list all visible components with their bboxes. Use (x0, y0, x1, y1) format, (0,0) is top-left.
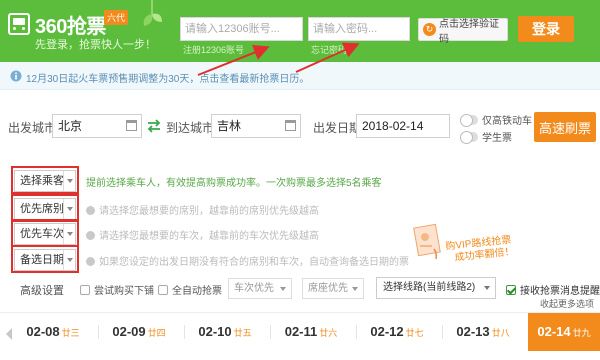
backup-date-hint: 如果您设定的出发日期没有符合的席别和车次，自动查询备选日期的票 (86, 253, 409, 268)
leaf-icon (143, 0, 162, 26)
date-separator (184, 325, 185, 339)
swap-icon[interactable] (146, 118, 162, 134)
hint-icon (86, 206, 95, 215)
date-value: 2018-02-14 (362, 119, 424, 133)
login-button[interactable]: 登录 (518, 16, 574, 42)
seat-priority-select[interactable]: 席座优先 (302, 278, 364, 299)
notify-label: 接收抢票消息提醒 (520, 286, 600, 297)
city-list-icon (285, 120, 296, 131)
info-icon (10, 70, 22, 82)
app-header: 360抢票 六代 先登录，抢票快人一步！ 注册12306账号 忘记密码 ↻ 点击… (0, 0, 600, 62)
search-row: 出发城市 北京 到达城市 吉林 出发日期 2018-02-14 仅高铁动车 学生… (0, 104, 600, 150)
annotation-highlight (11, 194, 79, 222)
refresh-icon: ↻ (423, 23, 436, 36)
route-select[interactable]: 选择线路(当前线路2) (376, 277, 496, 299)
date-tab-lunar: 廿九 (572, 328, 591, 338)
notify-checkbox[interactable]: 接收抢票消息提醒 (506, 282, 600, 297)
date-tab-date: 02-10 (198, 324, 232, 339)
train-hint-text: 请选择您最想要的车次，越靠前的车次优先级越高 (99, 231, 319, 242)
from-city-input[interactable]: 北京 (52, 114, 142, 138)
date-tab[interactable]: 02-09 廿四 (104, 313, 174, 351)
seat-hint-text: 请选择您最想要的席别，越靠前的席别优先级越高 (99, 206, 319, 217)
toggle-switch-icon[interactable] (460, 113, 478, 127)
to-city-input[interactable]: 吉林 (211, 114, 301, 138)
date-tab-lunar: 廿三 (61, 328, 80, 338)
try-lower-berth-label: 尝试购买下铺 (94, 286, 154, 297)
chevron-left-icon[interactable] (6, 328, 12, 340)
password-input[interactable] (308, 17, 410, 41)
from-city-label: 出发城市 (8, 121, 57, 135)
backup-date-hint-text: 如果您设定的出发日期没有符合的席别和车次，自动查询备选日期的票 (99, 257, 409, 268)
passenger-row: 选择乘客 提前选择乘车人，有效提高购票成功率。一次购票最多选择5名乘客 (11, 166, 600, 194)
high-speed-toggle[interactable]: 仅高铁动车 (460, 112, 532, 127)
annotation-highlight (11, 245, 79, 273)
captcha-label: 点击选择验证码 (439, 18, 499, 45)
date-tab[interactable]: 02-13 廿八 (448, 313, 518, 351)
from-city-value: 北京 (58, 119, 83, 133)
seat-row: 优先席别 请选择您最想要的席别，越靠前的席别优先级越高 (11, 194, 600, 222)
seat-hint: 请选择您最想要的席别，越靠前的席别优先级越高 (86, 202, 319, 217)
date-tab-date: 02-14 (537, 324, 571, 339)
train-hint: 请选择您最想要的车次，越靠前的车次优先级越高 (86, 227, 319, 242)
version-badge: 六代 (104, 10, 129, 25)
date-tab-lunar: 廿四 (147, 328, 166, 338)
train-priority-select[interactable]: 车次优先 (228, 278, 292, 299)
notice-bar[interactable]: 12月30日起火车票预售期调整为30天，点击查看最新抢票日历。 (0, 62, 600, 90)
slogan: 先登录，抢票快人一步！ (35, 39, 156, 51)
date-label: 出发日期 (313, 121, 362, 135)
date-tab-date: 02-11 (284, 324, 318, 339)
date-tab-date: 02-08 (26, 324, 60, 339)
ticket-illustration-icon[interactable] (412, 223, 442, 261)
date-tab[interactable]: 02-08 廿三 (18, 313, 88, 351)
date-separator (270, 325, 271, 339)
to-city-value: 吉林 (217, 119, 242, 133)
advanced-row: 高级设置 尝试购买下铺 全自动抢票 车次优先 席座优先 选择线路(当前线路2) … (0, 277, 600, 302)
student-toggle[interactable]: 学生票 (460, 129, 512, 144)
captcha-button[interactable]: ↻ 点击选择验证码 (418, 18, 508, 45)
date-tab-lunar: 廿八 (491, 328, 510, 338)
logo-text: 360抢票 (35, 16, 106, 38)
register-link[interactable]: 注册12306账号 (183, 43, 244, 56)
date-input[interactable]: 2018-02-14 (356, 114, 450, 138)
date-tab-lunar: 廿五 (233, 328, 252, 338)
annotation-highlight (11, 166, 79, 194)
date-tab-date: 02-13 (456, 324, 490, 339)
high-speed-label: 仅高铁动车 (482, 116, 532, 127)
to-city-label: 到达城市 (166, 121, 215, 135)
date-tab-date: 02-12 (370, 324, 404, 339)
date-bar: 02-08 廿三 02-09 廿四 02-10 廿五 02-11 廿六 02-12 廿七 02-13… (0, 312, 600, 360)
student-label: 学生票 (482, 133, 512, 144)
date-tab-lunar: 廿六 (319, 328, 338, 338)
search-button[interactable]: 高速刷票 (534, 112, 596, 142)
advanced-label: 高级设置 (20, 285, 64, 297)
date-tab[interactable]: 02-12 廿七 (362, 313, 432, 351)
auto-grab-checkbox[interactable]: 全自动抢票 (158, 282, 222, 297)
date-tab[interactable]: 02-10 廿五 (190, 313, 260, 351)
toggle-switch-icon[interactable] (460, 130, 478, 144)
passenger-hint: 提前选择乘车人，有效提高购票成功率。一次购票最多选择5名乘客 (86, 178, 382, 189)
hint-icon (86, 257, 95, 266)
try-lower-berth-checkbox[interactable]: 尝试购买下铺 (80, 282, 154, 297)
notice-text[interactable]: 12月30日起火车票预售期调整为30天，点击查看最新抢票日历。 (26, 70, 309, 85)
checkbox-icon[interactable] (80, 285, 90, 295)
date-separator (98, 325, 99, 339)
hint-icon (86, 231, 95, 240)
checkbox-icon[interactable] (158, 285, 168, 295)
city-list-icon (126, 120, 137, 131)
auto-grab-label: 全自动抢票 (172, 286, 222, 297)
date-tab[interactable]: 02-11 廿六 (276, 313, 346, 351)
forgot-password-link[interactable]: 忘记密码 (311, 43, 347, 56)
account-input[interactable] (180, 17, 303, 41)
date-tab[interactable]: 02-14 廿九 (528, 313, 600, 351)
collapse-options-link[interactable]: 收起更多选项 (540, 297, 594, 310)
date-tab-lunar: 廿七 (405, 328, 424, 338)
annotation-highlight (11, 219, 79, 247)
date-separator (356, 325, 357, 339)
train-logo-icon (8, 13, 30, 35)
checkbox-checked-icon[interactable] (506, 285, 516, 295)
date-tab-date: 02-09 (112, 324, 146, 339)
date-separator (442, 325, 443, 339)
